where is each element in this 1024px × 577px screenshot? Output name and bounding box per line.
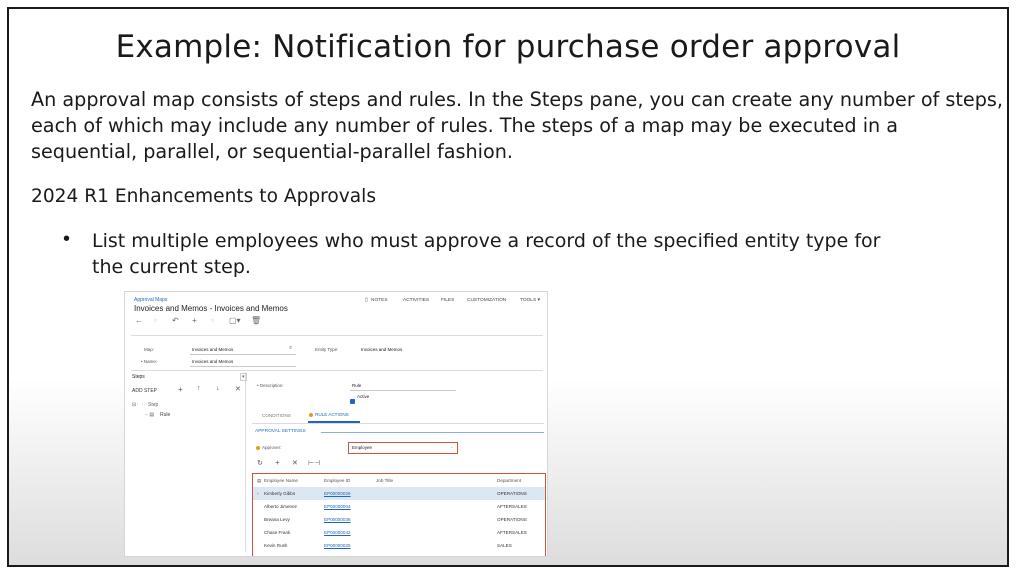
search-icon[interactable]: ⌕ — [289, 345, 292, 352]
divider — [131, 335, 543, 336]
delete-row-icon[interactable]: ✕ — [292, 459, 298, 467]
description-underline — [350, 390, 456, 391]
col-job-title[interactable]: Job Title — [376, 478, 393, 483]
col-employee-name[interactable]: Employee Name — [264, 478, 298, 483]
move-up-icon[interactable]: ↑ — [197, 385, 201, 392]
column-settings-icon[interactable]: ▤ — [257, 478, 261, 484]
name-value[interactable]: Invoices and Memos — [192, 359, 233, 364]
col-department[interactable]: Department — [497, 478, 521, 483]
menu-activities[interactable]: ACTIVITIES — [403, 298, 429, 303]
cell-employee-name: Kimberly Gibbs — [264, 491, 296, 496]
table-row[interactable]: Alberto Jimenez EP00000004 AFTERSALES — [253, 500, 545, 513]
map-label: Map: — [144, 347, 155, 352]
cell-employee-name: Breana Levy — [264, 517, 290, 522]
embedded-screenshot: Approval Maps Invoices and Memos - Invoi… — [124, 291, 548, 557]
steps-pane: Steps ▾ ADD STEP + ↑ ↓ ✕ ⊟ 🗀 Step ┈ ▤ Ru… — [131, 372, 247, 552]
move-down-icon[interactable]: ↓ — [216, 385, 220, 392]
tab-rule-actions[interactable]: RULE ACTIONS — [309, 412, 349, 417]
divider — [131, 370, 543, 371]
cell-employee-name: Alberto Jimenez — [264, 504, 297, 509]
screen-title: Invoices and Memos - Invoices and Memos — [134, 304, 288, 313]
cell-employee-id[interactable]: EP00000025 — [324, 543, 351, 548]
col-employee-id[interactable]: Employee ID — [324, 478, 350, 483]
menu-tools[interactable]: TOOLS ▾ — [520, 298, 540, 303]
table-row[interactable]: › Kimberly Gibbs EP00000026 OPERATIONS — [253, 487, 545, 500]
map-underline — [190, 354, 296, 355]
cell-employee-id[interactable]: EP00000026 — [324, 491, 351, 496]
add-step-button[interactable]: ADD STEP — [132, 388, 157, 394]
copy-icon[interactable]: ▫ — [211, 316, 214, 325]
notes-icon[interactable]: ▯ — [365, 298, 368, 303]
entity-type-label: Entity Type: — [315, 347, 339, 352]
approval-settings-header: APPROVAL SETTINGS — [255, 429, 306, 434]
name-label: • Name: — [141, 359, 158, 364]
description-label: • Description: — [257, 383, 284, 388]
active-checkbox[interactable] — [350, 393, 355, 411]
add-icon[interactable]: + — [192, 316, 197, 325]
save-icon[interactable]: ▫ — [154, 316, 157, 325]
tree-rule[interactable]: Rule — [160, 412, 170, 418]
row-pointer-icon: › — [257, 491, 259, 496]
entity-type-value: Invoices and Memos — [361, 347, 403, 352]
divider — [252, 423, 544, 424]
grid-header: ▤ Employee Name Employee ID Job Title De… — [253, 474, 545, 487]
delete-icon[interactable]: ✕ — [235, 385, 241, 393]
tab-conditions[interactable]: CONDITIONS — [262, 413, 291, 418]
clipboard-icon[interactable]: ▢▾ — [229, 316, 241, 325]
collapse-icon[interactable]: ▾ — [240, 373, 247, 381]
delete-icon[interactable]: 🗑 — [251, 316, 261, 325]
cell-employee-name: Chase Frank — [264, 530, 291, 535]
breadcrumb[interactable]: Approval Maps — [134, 297, 167, 303]
refresh-icon[interactable]: ↻ — [257, 459, 263, 467]
employees-grid: ▤ Employee Name Employee ID Job Title De… — [252, 473, 546, 556]
slide: Example: Notification for purchase order… — [7, 7, 1009, 567]
table-row[interactable]: Chase Frank EP00000042 AFTERSALES — [253, 526, 545, 539]
cell-department: SALES — [497, 543, 512, 548]
map-value[interactable]: Invoices and Memos — [192, 347, 233, 352]
cell-department: AFTERSALES — [497, 504, 527, 509]
section-divider — [321, 432, 544, 433]
folder-icon: ⊟ 🗀 — [132, 402, 143, 408]
chevron-down-icon[interactable]: ⌄ — [450, 444, 453, 449]
menu-customization[interactable]: CUSTOMIZATION — [467, 298, 506, 303]
approver-label: Approver: — [256, 445, 282, 450]
cell-employee-name: Kevin Rush — [264, 543, 288, 548]
bullet-icon: • — [63, 228, 71, 250]
cell-employee-id[interactable]: EP00000004 — [324, 504, 351, 509]
undo-icon[interactable]: ↶ — [172, 316, 179, 325]
description-value[interactable]: Rule — [352, 383, 361, 388]
subheading: 2024 R1 Enhancements to Approvals — [31, 186, 377, 207]
fit-columns-icon[interactable]: ⊢⊣ — [308, 459, 320, 467]
approver-label-text: Approver: — [262, 445, 282, 450]
cell-department: OPERATIONS — [497, 517, 527, 522]
back-icon[interactable]: ← — [135, 316, 143, 325]
rule-icon: ┈ ▤ — [145, 412, 155, 418]
menu-files[interactable]: FILES — [441, 298, 454, 303]
add-icon[interactable]: + — [178, 385, 183, 394]
cell-department: OPERATIONS — [497, 491, 527, 496]
cell-employee-id[interactable]: EP00000042 — [324, 530, 351, 535]
tab-rule-actions-label: RULE ACTIONS — [315, 412, 349, 417]
bullet-text: List multiple employees who must approve… — [92, 230, 881, 278]
slide-title: Example: Notification for purchase order… — [115, 29, 901, 65]
approver-value: Employee — [352, 445, 373, 450]
table-row[interactable]: Kevin Rush EP00000025 SALES — [253, 539, 545, 552]
cell-department: AFTERSALES — [497, 530, 527, 535]
steps-header: Steps — [132, 374, 145, 380]
cell-employee-id[interactable]: EP00000036 — [324, 517, 351, 522]
tree-step[interactable]: Step — [148, 402, 158, 408]
add-row-icon[interactable]: + — [275, 458, 280, 467]
menu-notes[interactable]: NOTES — [371, 298, 388, 303]
table-row[interactable]: Breana Levy EP00000036 OPERATIONS — [253, 513, 545, 526]
active-label: Active — [357, 394, 370, 399]
intro-paragraph: An approval map consists of steps and ru… — [31, 88, 1004, 163]
name-underline — [190, 366, 296, 367]
